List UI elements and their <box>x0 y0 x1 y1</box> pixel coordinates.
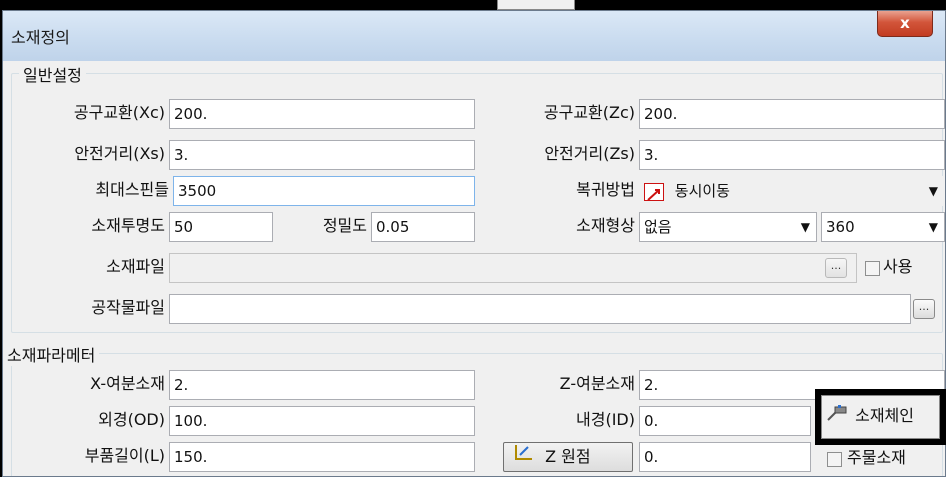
casting-checkbox[interactable] <box>827 452 842 467</box>
stock-file-browse-button[interactable]: ... <box>825 258 847 278</box>
shape-select[interactable]: 없음 ▼ <box>639 212 817 242</box>
outer-dia-input[interactable]: 100. <box>169 406 475 436</box>
use-checkbox-label: 사용 <box>883 257 913 276</box>
return-method-select[interactable]: 동시이동 ▼ <box>639 176 945 206</box>
angle-value: 360 <box>826 218 855 236</box>
max-spindle-input[interactable]: 3500 <box>173 176 475 206</box>
work-file-input[interactable] <box>169 294 911 324</box>
tool-change-xc-label: 공구교환(Xc) <box>73 103 165 122</box>
return-method-value: 동시이동 <box>674 182 730 200</box>
tool-change-xc-input[interactable]: 200. <box>169 99 475 129</box>
chain-icon <box>826 397 848 437</box>
stock-file-input[interactable] <box>169 253 857 283</box>
shape-label: 소재형상 <box>576 216 635 235</box>
part-length-label: 부품길이(L) <box>84 446 165 465</box>
work-file-browse-button[interactable]: ... <box>913 299 935 319</box>
inner-dia-label: 내경(ID) <box>576 410 635 429</box>
use-checkbox[interactable] <box>865 261 880 276</box>
tool-change-zc-label: 공구교환(Zc) <box>543 103 635 122</box>
chevron-down-icon: ▼ <box>928 220 938 234</box>
window-title: 소재정의 <box>11 28 70 47</box>
chevron-down-icon: ▼ <box>800 220 810 234</box>
stock-chain-button[interactable]: 소재체인 <box>815 389 946 445</box>
transparency-input[interactable]: 50 <box>169 212 273 242</box>
z-origin-input[interactable]: 0. <box>639 442 811 472</box>
safe-dist-zs-label: 안전거리(Zs) <box>544 144 635 163</box>
stock-chain-label: 소재체인 <box>855 406 914 425</box>
close-button[interactable]: x <box>877 11 933 37</box>
z-origin-label: Z 원점 <box>545 447 591 466</box>
dialog-window: 소재정의 x 일반설정 공구교환(Xc) 200. 공구교환(Zc) 200. … <box>2 10 946 477</box>
x-allowance-label: X-여분소재 <box>90 374 165 393</box>
inner-dia-input[interactable]: 0. <box>639 406 811 436</box>
stock-file-label: 소재파일 <box>106 257 165 276</box>
precision-input[interactable]: 0.05 <box>371 212 475 242</box>
casting-checkbox-label: 주물소재 <box>847 448 906 467</box>
safe-dist-xs-label: 안전거리(Xs) <box>74 144 165 163</box>
part-length-input[interactable]: 150. <box>169 442 475 472</box>
z-origin-button[interactable]: Z 원점 <box>503 442 633 472</box>
stock-params-title: 소재파라메터 <box>3 342 100 366</box>
max-spindle-label: 최대스핀들 <box>95 180 169 199</box>
shape-value: 없음 <box>644 218 672 236</box>
x-allowance-input[interactable]: 2. <box>169 370 475 400</box>
transparency-label: 소재투명도 <box>91 216 165 235</box>
angle-select[interactable]: 360 ▼ <box>821 212 945 242</box>
safe-dist-xs-input[interactable]: 3. <box>169 140 475 170</box>
top-notch <box>497 0 575 10</box>
tool-change-zc-input[interactable]: 200. <box>639 99 945 129</box>
return-method-icon <box>644 182 664 201</box>
general-settings-title: 일반설정 <box>19 62 86 86</box>
precision-label: 정밀도 <box>322 216 367 235</box>
chevron-down-icon: ▼ <box>928 184 938 198</box>
close-icon: x <box>900 14 910 32</box>
z-origin-icon <box>512 443 534 472</box>
outer-dia-label: 외경(OD) <box>98 410 165 429</box>
work-file-label: 공작물파일 <box>91 298 165 317</box>
title-bar: 소재정의 x <box>3 11 945 61</box>
return-method-label: 복귀방법 <box>576 180 635 199</box>
z-allowance-label: Z-여분소재 <box>559 374 635 393</box>
safe-dist-zs-input[interactable]: 3. <box>639 140 945 170</box>
